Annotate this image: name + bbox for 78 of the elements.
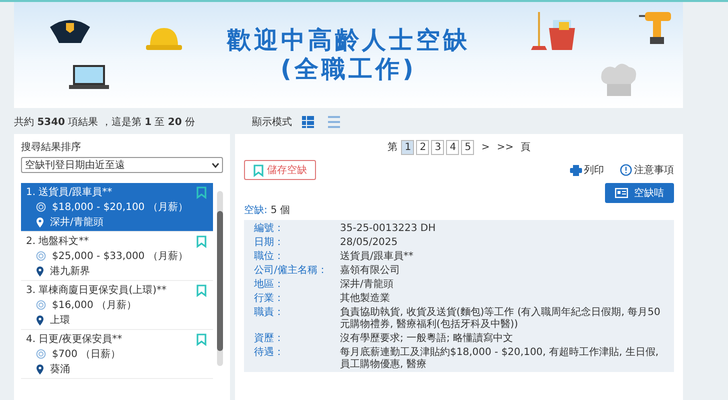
detail-label: 待遇：: [254, 347, 285, 360]
detail-label: 資歷：: [254, 333, 285, 345]
job-salary: $700 （日薪）: [52, 348, 121, 361]
detail-value: 35-25-0013223 DH: [340, 223, 437, 235]
job-list-item[interactable]: 2. 地盤科文** $25,000 - $33,000 （月薪） 港九新界: [21, 232, 213, 281]
job-title: 1. 送貨員/跟車員**: [26, 186, 112, 199]
coin-icon: [36, 251, 46, 261]
chef-hat-icon: [599, 62, 639, 98]
last-page-link[interactable]: >>: [496, 142, 514, 152]
location-pin-icon: [36, 314, 44, 326]
bookmark-icon: [253, 164, 264, 176]
results-summary: 共約 5340 項結果 ，這是第 1 至 20 份: [14, 116, 196, 129]
banner-title: 歡迎中高齡人士空缺: [227, 26, 470, 55]
detail-label: 職位：: [254, 251, 285, 263]
police-cap-icon: [48, 17, 92, 45]
detail-label: 行業：: [254, 293, 285, 305]
job-title: 4. 日更/夜更保安員**: [26, 332, 122, 346]
job-location: 葵涌: [50, 362, 70, 376]
job-salary: $25,000 - $33,000 （月薪）: [52, 250, 188, 263]
detail-value: 28/05/2025: [340, 237, 399, 249]
print-link[interactable]: 列印: [570, 163, 604, 177]
detail-label: 公司/僱主名稱：: [254, 265, 328, 277]
location-pin-icon: [36, 266, 44, 276]
detail-value: 每月底薪連勤工及津貼約$18,000 - $20,100, 有超時工作津貼, 生日假, 員工購物優惠, 醫療: [340, 347, 660, 371]
job-location: 深井/青龍頭: [50, 216, 104, 229]
job-title: 2. 地盤科文**: [26, 234, 89, 248]
grid-view-icon[interactable]: [302, 116, 314, 128]
detail-value: 沒有學歷要求; 一般粵語; 略懂讀寫中文: [340, 333, 514, 345]
detail-label: 地區：: [254, 279, 285, 291]
chevron-down-icon: [212, 162, 219, 168]
bookmark-icon[interactable]: [196, 234, 207, 248]
location-pin-icon: [36, 216, 44, 228]
page-link[interactable]: 5: [461, 140, 474, 154]
job-location: 港九新界: [50, 264, 90, 278]
coin-icon: [36, 349, 46, 359]
view-mode-label: 顯示模式: [252, 116, 292, 129]
sort-label: 搜尋結果排序: [21, 140, 82, 154]
list-view-icon[interactable]: [328, 116, 340, 128]
job-list-item[interactable]: 1. 送貨員/跟車員** $18,000 - $20,100 （月薪） 深井/青龍頭: [21, 183, 213, 232]
job-salary: $18,000 - $20,100 （月薪）: [52, 200, 188, 214]
detail-value: 深井/青龍頭: [340, 279, 394, 291]
job-title: 3. 單棟商廈日更保安員(上環)**: [26, 284, 167, 297]
page-suffix: 頁: [520, 141, 531, 154]
job-list-item[interactable]: 3. 單棟商廈日更保安員(上環)** $16,000 （月薪） 上環: [21, 281, 213, 330]
detail-label: 職責：: [254, 307, 285, 320]
hard-hat-icon: [145, 26, 183, 52]
job-list-item[interactable]: 4. 日更/夜更保安員** $700 （日薪） 葵涌: [21, 330, 213, 379]
save-vacancy-button[interactable]: 儲存空缺: [244, 160, 316, 180]
coin-icon: [36, 202, 46, 212]
detail-value: 送貨員/跟車員**: [340, 251, 414, 263]
bookmark-icon[interactable]: [196, 186, 207, 198]
detail-value: 其他製造業: [340, 293, 391, 305]
laptop-icon: [69, 64, 109, 90]
detail-value: 嘉領有限公司: [340, 265, 401, 277]
vacancy-count-label: 空缺:: [244, 205, 268, 216]
page-link[interactable]: 1: [401, 140, 414, 154]
banner-subtitle: (全職工作): [280, 55, 416, 84]
notice-link[interactable]: 注意事項: [620, 163, 674, 177]
bookmark-icon[interactable]: [196, 284, 207, 296]
detail-value: 負責協助執貨, 收貨及送貨(麵包)等工作 (有入職周年紀念日假期, 每月50元購物禮券, 醫療福利(包括牙科及中醫)): [340, 307, 662, 331]
info-icon: [620, 164, 632, 176]
job-location: 上環: [50, 314, 70, 327]
location-pin-icon: [36, 364, 44, 374]
vacancy-card-button[interactable]: 空缺咭: [605, 183, 674, 203]
page-link[interactable]: 2: [416, 140, 430, 154]
detail-label: 日期：: [254, 237, 285, 249]
job-salary: $16,000 （月薪）: [52, 298, 137, 312]
sort-dropdown[interactable]: 空缺刊登日期由近至遠: [21, 157, 223, 173]
bookmark-icon[interactable]: [196, 332, 207, 346]
page-link[interactable]: 4: [446, 140, 460, 154]
detail-label: 編號：: [254, 223, 285, 235]
next-page-link[interactable]: >: [481, 142, 490, 152]
page-prefix: 第: [387, 141, 398, 154]
id-card-icon: [615, 188, 628, 198]
coin-icon: [36, 300, 46, 310]
vacancy-count: 5 個: [270, 205, 290, 216]
scrollbar[interactable]: [217, 191, 223, 366]
page-link[interactable]: 3: [431, 140, 444, 154]
